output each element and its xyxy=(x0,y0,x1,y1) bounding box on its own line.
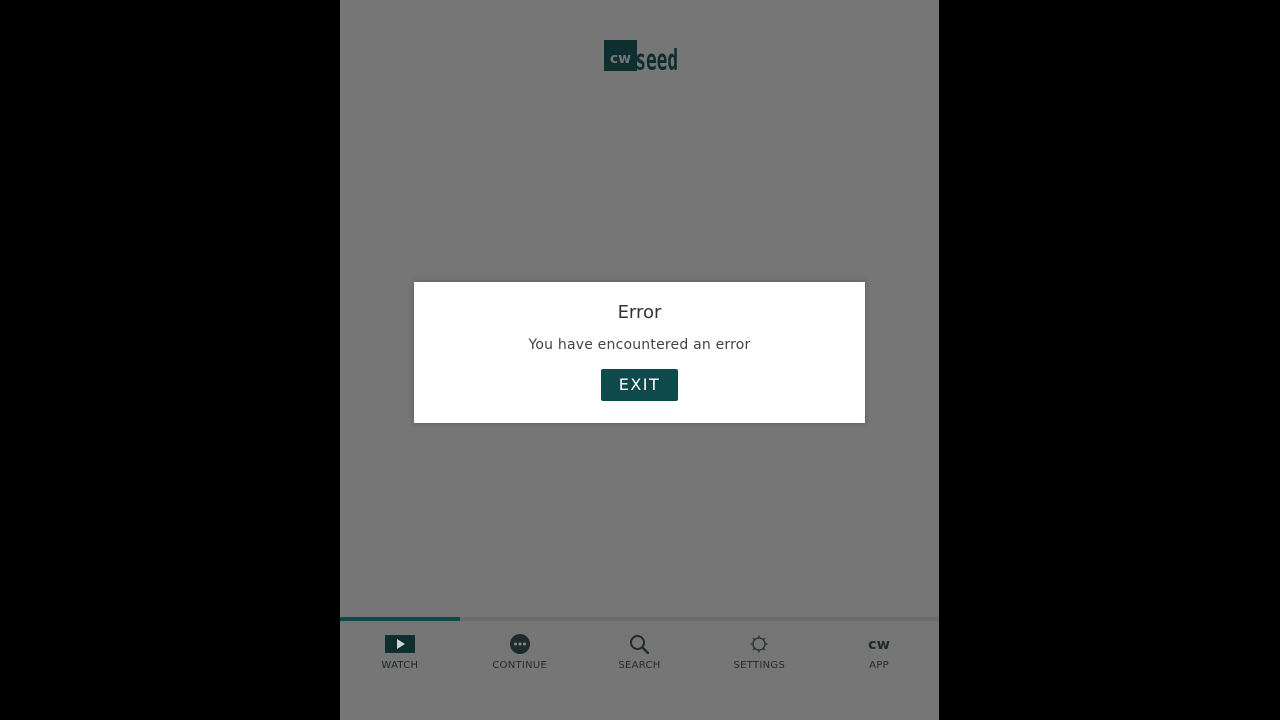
bottom-tab-bar: WATCH CONTINUE SEARCH SETTINGS cw APP xyxy=(340,621,939,720)
search-icon xyxy=(622,634,656,654)
tab-search-label: SEARCH xyxy=(618,660,661,671)
svg-text:cw: cw xyxy=(610,51,631,67)
dialog-message: You have encountered an error xyxy=(528,337,751,353)
dialog-title: Error xyxy=(617,302,662,323)
cw-seed-logo-graphic: cw seed xyxy=(604,40,678,73)
app-screen: cw seed Error You have encountered an er… xyxy=(340,0,939,720)
ellipsis-icon xyxy=(503,634,537,654)
svg-text:cw: cw xyxy=(868,637,890,653)
play-icon xyxy=(383,634,417,654)
tab-continue[interactable]: CONTINUE xyxy=(460,621,580,720)
tab-settings-label: SETTINGS xyxy=(733,660,786,671)
cw-logo-icon: cw xyxy=(862,634,896,654)
tab-watch[interactable]: WATCH xyxy=(340,621,460,720)
tab-continue-label: CONTINUE xyxy=(492,660,548,671)
tab-watch-label: WATCH xyxy=(381,660,419,671)
gear-icon xyxy=(742,634,776,654)
exit-button[interactable]: EXIT xyxy=(601,369,678,401)
cw-seed-logo: cw seed xyxy=(604,29,678,73)
tab-search[interactable]: SEARCH xyxy=(580,621,700,720)
tab-app-label: APP xyxy=(869,660,889,671)
tab-settings[interactable]: SETTINGS xyxy=(699,621,819,720)
tab-app[interactable]: cw APP xyxy=(819,621,939,720)
error-dialog: Error You have encountered an error EXIT xyxy=(414,282,865,423)
svg-text:seed: seed xyxy=(635,43,678,73)
